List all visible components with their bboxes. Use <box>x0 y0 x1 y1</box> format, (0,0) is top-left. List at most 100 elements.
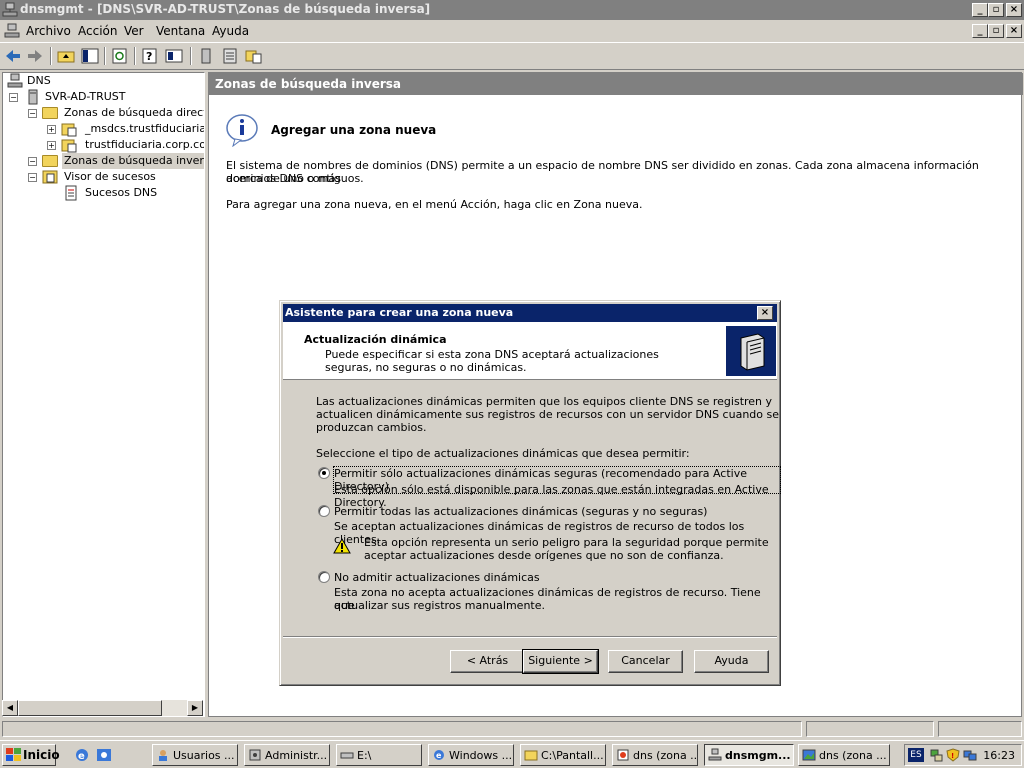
expand-icon[interactable]: + <box>47 141 56 150</box>
task-dnsmgmt[interactable]: dnsmgm... <box>704 744 794 766</box>
radio-all-updates[interactable] <box>318 505 330 517</box>
task-dns-zona-2[interactable]: dns (zona ... <box>798 744 890 766</box>
expand-icon[interactable]: + <box>47 125 56 134</box>
up-folder-icon[interactable] <box>56 47 76 65</box>
svg-text:e: e <box>78 751 85 762</box>
collapse-icon[interactable]: − <box>28 109 37 118</box>
close-button[interactable]: × <box>1006 3 1022 17</box>
option-no-updates-desc-line-2: actualizar sus registros manualmente. <box>334 599 545 612</box>
option-no-updates-label[interactable]: No admitir actualizaciones dinámicas <box>334 571 540 584</box>
task-label: dnsmgm... <box>725 749 791 762</box>
content-header: Zonas de búsqueda inversa <box>209 73 1023 95</box>
option-all-updates-label[interactable]: Permitir todas las actualizaciones dinám… <box>334 505 707 518</box>
minimize-button[interactable]: _ <box>972 3 988 17</box>
task-dns-zona-1[interactable]: dns (zona ... <box>612 744 698 766</box>
network-icon[interactable] <box>929 748 943 762</box>
warning-line-1: Esta opción representa un serio peligro … <box>364 536 769 549</box>
server-icon[interactable] <box>196 47 216 65</box>
tree-horizontal-scrollbar[interactable]: ◀ ▶ <box>2 700 203 716</box>
dialog-select-label: Seleccione el tipo de actualizaciones di… <box>316 447 690 460</box>
status-bar <box>0 719 1024 739</box>
tree-label: Zonas de búsqueda inversa <box>62 153 204 169</box>
forward-arrow-icon[interactable] <box>25 47 45 65</box>
status-panel <box>938 721 1022 737</box>
dialog-header-subtitle: Puede especificar si esta zona DNS acept… <box>325 348 659 374</box>
collapse-icon[interactable]: − <box>28 157 37 166</box>
cancel-button[interactable]: Cancelar <box>608 650 683 673</box>
radio-no-updates[interactable] <box>318 571 330 583</box>
tree-pane[interactable]: DNS − SVR-AD-TRUST − Zonas de búsqueda d… <box>2 72 205 717</box>
task-pantall[interactable]: C:\Pantall... <box>520 744 606 766</box>
help-icon[interactable]: ? <box>140 47 160 65</box>
dialog-header-title: Actualización dinámica <box>304 333 447 346</box>
task-label: dns (zona ... <box>633 749 698 762</box>
dialog-close-button[interactable]: × <box>757 306 773 320</box>
dialog-intro-line-3: produzcan cambios. <box>316 421 427 434</box>
toolbar-separator <box>134 47 136 65</box>
records-icon[interactable] <box>244 47 264 65</box>
maximize-button[interactable]: ▫ <box>988 3 1004 17</box>
folder-icon <box>42 107 58 119</box>
dialog-titlebar[interactable]: Asistente para crear una zona nueva × <box>283 304 777 322</box>
outlook-quicklaunch-icon[interactable] <box>96 747 112 763</box>
next-button[interactable]: Siguiente > <box>522 649 599 674</box>
menu-ventana[interactable]: Ventana <box>156 24 205 38</box>
status-panel <box>2 721 802 737</box>
tree-label: Sucesos DNS <box>85 186 158 199</box>
menu-ver[interactable]: Ver <box>124 24 144 38</box>
dns-server-icon <box>7 73 23 88</box>
back-button[interactable]: < Atrás <box>450 650 525 673</box>
menu-archivo[interactable]: Archivo <box>26 24 71 38</box>
tree-label: SVR-AD-TRUST <box>45 90 126 103</box>
drive-icon <box>340 752 354 759</box>
dialog-separator <box>283 636 777 638</box>
dns-app-icon <box>4 23 20 38</box>
dialog-title: Asistente para crear una zona nueva <box>285 306 514 319</box>
scroll-right-icon[interactable]: ▶ <box>187 700 203 716</box>
menu-ayuda[interactable]: Ayuda <box>212 24 249 38</box>
task-drive-e[interactable]: E:\ <box>336 744 422 766</box>
radio-secure-only[interactable] <box>318 467 330 479</box>
ie-icon: e <box>434 750 444 760</box>
svg-text:e: e <box>436 751 442 760</box>
scroll-left-icon[interactable]: ◀ <box>2 700 18 716</box>
language-indicator[interactable]: ES <box>908 748 924 762</box>
collapse-icon[interactable]: − <box>28 173 37 182</box>
dialog-intro-line-1: Las actualizaciones dinámicas permiten q… <box>316 395 773 408</box>
computers-icon[interactable] <box>963 748 977 762</box>
menu-accion[interactable]: Acción <box>78 24 117 38</box>
dns-app-icon <box>708 748 722 761</box>
properties-icon[interactable] <box>164 47 184 65</box>
event-log-icon <box>65 185 77 201</box>
start-button[interactable]: Inicio <box>2 744 60 766</box>
ie-quicklaunch-icon[interactable]: e <box>74 747 90 763</box>
new-zone-wizard-dialog[interactable]: Asistente para crear una zona nueva × Ac… <box>279 300 781 686</box>
collapse-icon[interactable]: − <box>9 93 18 102</box>
task-windows[interactable]: e Windows ... <box>428 744 514 766</box>
system-tray: ES ! 16:23 <box>904 744 1022 766</box>
list-icon[interactable] <box>220 47 240 65</box>
tree-label: Visor de sucesos <box>64 170 156 183</box>
scroll-thumb[interactable] <box>18 700 162 716</box>
mdi-minimize-button[interactable]: _ <box>972 24 988 38</box>
tree-label: _msdcs.trustfiduciaria.co <box>85 122 204 135</box>
task-administr[interactable]: Administr... <box>244 744 330 766</box>
tree-label: Zonas de búsqueda directa <box>64 106 205 119</box>
security-shield-icon[interactable]: ! <box>946 748 960 762</box>
dialog-header: Actualización dinámica Puede especificar… <box>283 322 777 380</box>
task-usuarios[interactable]: Usuarios ... <box>152 744 238 766</box>
toolbar-separator <box>190 47 192 65</box>
warning-icon <box>333 538 351 554</box>
windows-logo-icon <box>6 748 21 761</box>
window-titlebar[interactable]: dnsmgmt - [DNS\SVR-AD-TRUST\Zonas de bús… <box>0 0 1024 20</box>
help-button[interactable]: Ayuda <box>694 650 769 673</box>
clock: 16:23 <box>983 749 1015 762</box>
back-arrow-icon[interactable] <box>3 47 23 65</box>
refresh-icon[interactable] <box>110 47 130 65</box>
task-label: Windows ... <box>449 749 513 762</box>
mdi-close-button[interactable]: × <box>1006 24 1022 38</box>
mdi-restore-button[interactable]: ▫ <box>988 24 1004 38</box>
toolbar: ? <box>0 42 1024 70</box>
show-tree-icon[interactable] <box>80 47 100 65</box>
window-title: dnsmgmt - [DNS\SVR-AD-TRUST\Zonas de bús… <box>20 2 431 16</box>
